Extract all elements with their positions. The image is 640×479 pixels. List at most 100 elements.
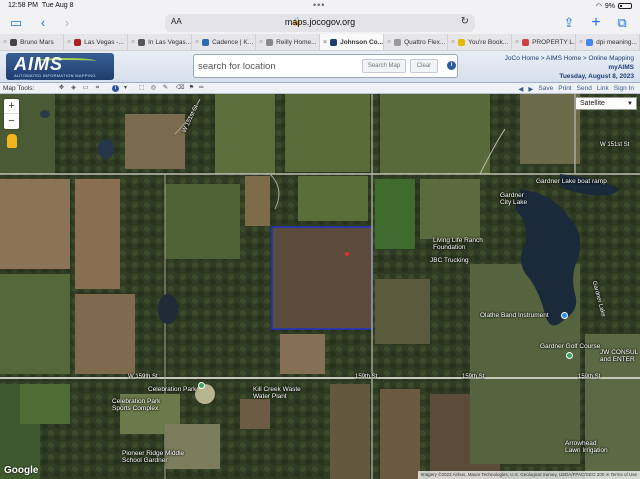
aims-logo[interactable]: AIMS AUTOMATED INFORMATION MAPPING SYSTE… [6,53,114,83]
poi-label[interactable]: JBC Trucking [430,257,469,264]
current-date: Tuesday, August 8, 2023 [559,73,634,80]
poi-label[interactable]: Arrowhead Lawn Irrigation [565,440,608,454]
search-map-button[interactable]: Search Map [362,59,406,73]
next-extent-icon[interactable]: ▶ [528,85,533,93]
markup-tool-icon[interactable]: ✎ [162,85,169,92]
forward-icon[interactable]: › [59,15,75,31]
share-icon[interactable]: ⇪ [561,15,577,31]
favicon-icon [586,38,594,46]
draw-tool-icon[interactable]: ⌗ [94,85,101,92]
basemap-select[interactable]: Satellite ▼ [575,97,637,110]
browser-tab[interactable]: × PROPERTY L... [512,34,576,50]
park-marker-icon[interactable] [198,382,205,389]
favicon-icon [138,38,146,46]
new-tab-icon[interactable]: + [588,15,604,31]
close-tab-icon[interactable]: × [451,39,455,46]
favicon-icon [74,38,82,46]
pencil-tool-icon[interactable]: ✏ [198,85,205,92]
tab-label: Johnson Co... [340,38,384,46]
browser-tab[interactable]: × Bruno Mars [0,34,64,50]
poi-label[interactable]: Celebration Park [148,386,196,393]
tab-label: Quattro Flex... [404,38,446,46]
layers-tool-icon[interactable]: ◈ [70,85,77,92]
map-attribution: Imagery ©2023 Airbus, Maxar Technologies… [417,471,640,479]
poi-label[interactable]: Gardner Lake boat ramp [536,178,607,185]
save-action[interactable]: Save [538,85,553,93]
satellite-map[interactable]: + − Satellite ▼ W 151st St W 151st St Ga… [0,94,640,479]
multitasking-dots-icon[interactable]: ••• [313,0,325,10]
browser-tab[interactable]: × Johnson Co... [320,34,384,50]
identify-tool-icon[interactable]: i [112,85,119,92]
browser-tab[interactable]: × Quattro Flex... [384,34,448,50]
clear-button[interactable]: Clear [410,59,438,73]
link-action[interactable]: Link [597,85,609,93]
previous-extent-icon[interactable]: ◀ [518,85,523,93]
zoom-out-button[interactable]: − [4,114,19,129]
clear-graphics-icon[interactable]: ⌫ [176,85,184,92]
send-action[interactable]: Send [577,85,592,93]
poi-label[interactable]: Olathe Band Instrument [480,312,549,319]
header-links: JoCo Home > AIMS Home > Online Mapping m… [505,54,634,72]
basemap-selected-value: Satellite [580,100,605,107]
poi-label[interactable]: Living Life Ranch Foundation [433,237,483,251]
favicon-icon [266,38,274,46]
close-tab-icon[interactable]: × [323,39,327,46]
poi-label[interactable]: Celebration Park Sports Complex [112,398,160,412]
location-search-box: Search Map Clear i [193,54,458,78]
road-label: 159th St [355,374,378,380]
close-tab-icon[interactable]: × [67,39,71,46]
satellite-imagery [0,94,640,479]
browser-tab[interactable]: × You're Book... [448,34,512,50]
breadcrumb[interactable]: JoCo Home > AIMS Home > Online Mapping [505,54,634,63]
reload-icon[interactable]: ↻ [461,16,469,27]
poi-label[interactable]: Pioneer Ridge Middle School Gardner [122,450,184,464]
close-tab-icon[interactable]: × [131,39,135,46]
close-tab-icon[interactable]: × [387,39,391,46]
favicon-icon [522,38,530,46]
tab-label: In Las Vegas... [148,38,192,46]
browser-tab[interactable]: × Reilly Home... [256,34,320,50]
browser-tab[interactable]: × In Las Vegas... [128,34,192,50]
bookmark-tool-icon[interactable]: ⚑ [188,85,195,92]
poi-marker-icon[interactable] [561,312,568,319]
browser-tab[interactable]: × Las Vegas -... [64,34,128,50]
favicon-icon [10,38,18,46]
poi-marker-icon[interactable] [566,352,573,359]
poi-label[interactable]: JW CONSUL and ENTER [600,349,638,363]
info-icon[interactable]: i [447,61,456,70]
street-view-pegman-icon[interactable] [7,134,17,148]
zoom-in-button[interactable]: + [4,99,19,114]
sign-in-action[interactable]: Sign In [614,85,634,93]
tab-overview-icon[interactable]: ⧉ [614,15,630,31]
close-tab-icon[interactable]: × [195,39,199,46]
favicon-icon [330,38,338,46]
tab-label: Cadence | K... [212,38,254,46]
myaims-link[interactable]: myAIMS [505,63,634,72]
identify-dropdown-icon[interactable]: ▾ [122,85,129,92]
close-tab-icon[interactable]: × [259,39,263,46]
poi-label[interactable]: Gardner Golf Course [540,343,600,350]
poi-label[interactable]: Kill Creek Waste Water Plant [253,386,301,400]
select-tool-icon[interactable]: ⬚ [138,85,145,92]
address-bar[interactable]: AA 🔒 maps.jocogov.org ↻ [165,14,475,32]
close-tab-icon[interactable]: × [579,39,583,46]
logo-subtitle: AUTOMATED INFORMATION MAPPING SYSTEM [14,73,96,83]
back-icon[interactable]: ‹ [35,15,51,31]
favicon-icon [202,38,210,46]
measure-tool-icon[interactable]: ▭ [82,85,89,92]
buffer-tool-icon[interactable]: ◎ [150,85,157,92]
status-time: 12:58 PM Tue Aug 8 [8,2,74,9]
browser-tab[interactable]: × dpi meaning... [576,34,640,50]
road-label: W 159th St [128,374,158,380]
tab-label: Bruno Mars [20,38,54,46]
close-tab-icon[interactable]: × [3,39,7,46]
ios-status-bar: 12:58 PM Tue Aug 8 ••• ◠ 9% [0,0,640,12]
close-tab-icon[interactable]: × [515,39,519,46]
browser-tab[interactable]: × Cadence | K... [192,34,256,50]
battery-icon [618,3,632,9]
pan-tool-icon[interactable]: ✥ [58,85,65,92]
print-action[interactable]: Print [558,85,571,93]
url-text[interactable]: maps.jocogov.org [165,17,475,27]
location-search-input[interactable] [198,58,358,74]
sidebar-icon[interactable]: ▭ [8,15,24,31]
